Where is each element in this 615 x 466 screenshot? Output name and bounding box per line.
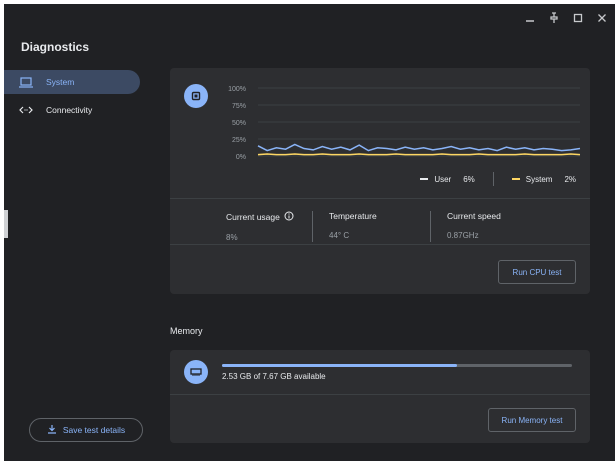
system-legend-swatch (511, 178, 520, 180)
info-icon[interactable] (284, 211, 294, 223)
save-test-details-button[interactable]: Save test details (29, 418, 143, 442)
diagnostics-window: Diagnostics System Connectivity Save tes… (4, 4, 615, 461)
sidebar: System Connectivity (4, 70, 144, 126)
memory-card: 2.53 GB of 7.67 GB available Run Memory … (170, 350, 590, 443)
arrows-icon (18, 103, 34, 117)
temperature-stat: Temperature 44° C (329, 211, 431, 242)
maximize-icon[interactable] (569, 9, 587, 27)
sidebar-item-connectivity[interactable]: Connectivity (4, 98, 144, 122)
memory-usage-bar (222, 364, 572, 367)
side-handle[interactable] (4, 210, 8, 238)
system-legend-label: System (525, 174, 553, 184)
download-icon (47, 424, 57, 436)
memory-icon (184, 360, 208, 384)
y-tick-label: 100% (228, 86, 246, 93)
system-legend-value: 2% (564, 174, 576, 184)
current-usage-value: 8% (226, 233, 238, 242)
temperature-label: Temperature (329, 211, 377, 221)
pin-icon[interactable] (545, 9, 563, 27)
current-usage-label: Current usage (226, 212, 280, 222)
sidebar-item-system[interactable]: System (4, 70, 140, 94)
current-speed-stat: Current speed 0.87GHz (447, 211, 517, 242)
y-tick-label: 0% (236, 154, 246, 160)
run-memory-test-button[interactable]: Run Memory test (488, 408, 576, 432)
legend-divider (492, 172, 494, 186)
system-series-line (257, 153, 581, 156)
y-tick-label: 75% (232, 103, 246, 110)
current-speed-label: Current speed (447, 211, 501, 221)
user-series-line (257, 143, 581, 152)
user-legend-value: 6% (463, 174, 475, 184)
memory-usage-fill (222, 364, 457, 367)
cpu-stats: Current usage 8% Temperature 44° C Curre… (226, 211, 533, 242)
window-controls (521, 8, 611, 28)
save-button-label: Save test details (62, 425, 126, 435)
memory-section-title: Memory (170, 326, 203, 336)
divider (170, 394, 590, 395)
cpu-usage-chart: 100% 75% 50% 25% 0% (228, 86, 581, 160)
chart-legend: User 6% System 2% (420, 172, 576, 186)
temperature-value: 44° C (329, 231, 350, 240)
user-legend-label: User (434, 174, 452, 184)
minimize-icon[interactable] (521, 9, 539, 27)
y-tick-label: 50% (232, 120, 246, 127)
app-title: Diagnostics (21, 40, 90, 54)
sidebar-item-label: Connectivity (46, 105, 93, 115)
y-tick-label: 25% (232, 137, 246, 144)
divider (170, 198, 590, 199)
sidebar-item-label: System (46, 77, 75, 87)
memory-available-text: 2.53 GB of 7.67 GB available (222, 372, 326, 381)
laptop-icon (18, 75, 34, 89)
cpu-card: 100% 75% 50% 25% 0% User 6% System 2% Curren… (170, 68, 590, 294)
current-speed-value: 0.87GHz (447, 231, 479, 240)
divider (170, 244, 590, 245)
current-usage-stat: Current usage 8% (226, 211, 313, 242)
cpu-icon (184, 84, 208, 108)
run-cpu-test-button[interactable]: Run CPU test (498, 260, 576, 284)
user-legend-swatch (420, 178, 429, 180)
close-icon[interactable] (593, 9, 611, 27)
